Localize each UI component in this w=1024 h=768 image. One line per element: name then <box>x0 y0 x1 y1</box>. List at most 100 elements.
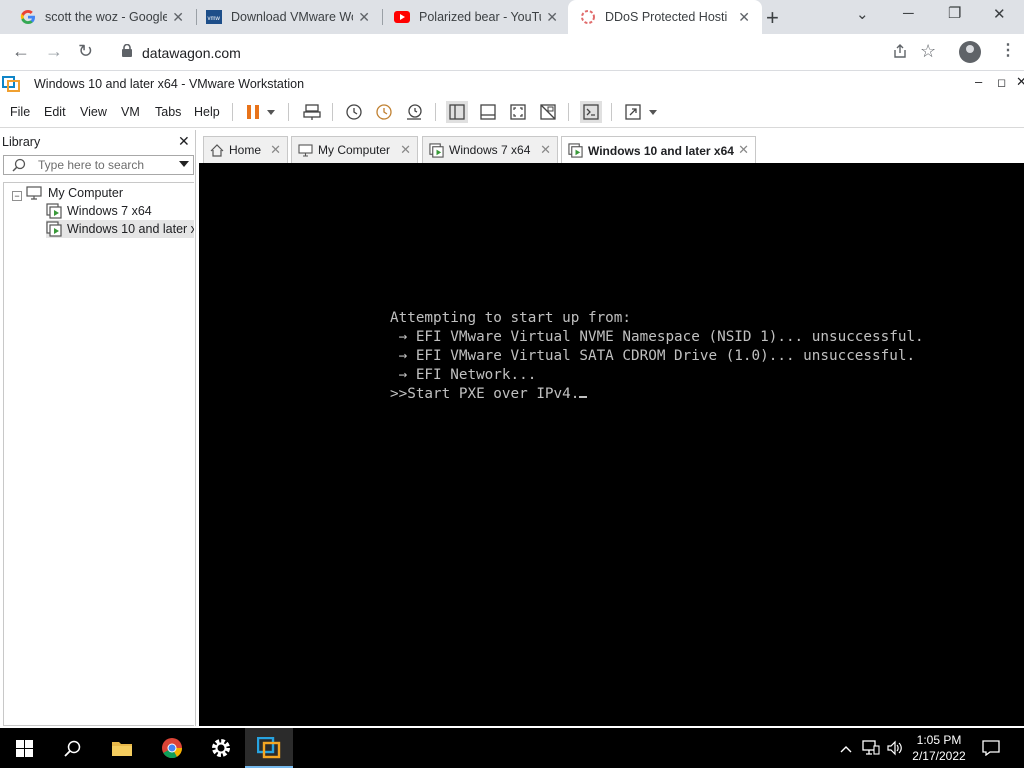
toolbar-separator <box>611 103 612 121</box>
unity-mode-icon[interactable] <box>537 101 559 123</box>
tab-windows-7[interactable]: Windows 7 x64 ✕ <box>422 136 558 163</box>
tree-item-windows-7[interactable]: Windows 7 x64 <box>46 202 152 220</box>
menu-help[interactable]: Help <box>194 105 220 119</box>
browser-tab-google[interactable]: scott the woz - Google ✕ <box>0 0 196 34</box>
file-explorer-icon[interactable] <box>98 728 146 768</box>
bookmark-star-icon[interactable]: ☆ <box>920 41 936 62</box>
clock-time: 1:05 PM <box>916 733 962 747</box>
stretch-dropdown-icon[interactable] <box>646 101 660 123</box>
vmware-menubar: File Edit View VM Tabs Help <box>0 97 1024 128</box>
minimize-icon[interactable]: ─ <box>903 5 914 22</box>
vmware-favicon: vmw <box>206 9 222 25</box>
show-library-icon[interactable] <box>446 101 468 123</box>
vm-minimize-icon[interactable]: – <box>975 74 982 89</box>
send-ctrl-alt-del-icon[interactable] <box>301 101 323 123</box>
library-search-input[interactable]: Type here to search <box>3 155 194 175</box>
tab-title: Download VMware Wo <box>231 10 353 24</box>
vm-close-icon[interactable]: ✕ <box>1016 74 1024 90</box>
close-tab-icon[interactable]: ✕ <box>270 142 281 158</box>
tree-item-label: My Computer <box>48 186 124 200</box>
menu-file[interactable]: File <box>10 105 30 119</box>
network-icon[interactable] <box>862 740 880 759</box>
chrome-icon[interactable] <box>148 728 196 768</box>
tab-label: Windows 10 and later x64 <box>588 143 734 158</box>
close-tab-icon[interactable]: ✕ <box>400 142 411 158</box>
search-dropdown-icon[interactable] <box>179 161 189 167</box>
tab-search-icon[interactable]: ⌄ <box>856 5 869 23</box>
tab-title: Polarized bear - YouTu <box>419 10 541 24</box>
tab-title: scott the woz - Google <box>45 10 167 24</box>
console-line: → EFI VMware Virtual NVME Namespace (NSI… <box>390 329 924 345</box>
close-tab-icon[interactable]: ✕ <box>172 9 184 26</box>
address-toolbar: ← → ↻ datawagon.com ☆ <box>0 34 1024 71</box>
browser-tab-active[interactable]: DDoS Protected Hostin ✕ <box>568 0 762 34</box>
snapshot-manager-icon[interactable] <box>403 101 425 123</box>
tab-label: My Computer <box>318 143 391 157</box>
console-line: Attempting to start up from: <box>390 310 632 326</box>
menu-edit[interactable]: Edit <box>44 105 66 119</box>
tab-home[interactable]: Home ✕ <box>203 136 288 163</box>
back-icon[interactable]: ← <box>12 41 30 62</box>
home-icon <box>210 143 224 157</box>
forward-icon[interactable]: → <box>45 41 63 62</box>
close-tab-icon[interactable]: ✕ <box>738 9 750 26</box>
snapshot-icon[interactable] <box>343 101 365 123</box>
show-hidden-icons-icon[interactable] <box>840 740 852 756</box>
reload-icon[interactable]: ↻ <box>78 41 93 62</box>
console-line-prompt: >>Start PXE over IPv4. <box>390 386 588 402</box>
tab-title: DDoS Protected Hostin <box>605 10 727 24</box>
menu-tabs[interactable]: Tabs <box>155 105 181 119</box>
power-dropdown-icon[interactable] <box>264 101 278 123</box>
volume-icon[interactable] <box>886 740 904 759</box>
close-window-icon[interactable]: ✕ <box>993 5 1006 23</box>
browser-tab-strip: scott the woz - Google ✕ vmw Download VM… <box>0 0 1024 34</box>
close-library-icon[interactable]: ✕ <box>178 133 190 150</box>
toolbar-separator <box>332 103 333 121</box>
collapse-icon[interactable]: − <box>12 191 22 201</box>
tab-my-computer[interactable]: My Computer ✕ <box>291 136 418 163</box>
notifications-icon[interactable] <box>982 740 1000 759</box>
full-screen-icon[interactable] <box>507 101 529 123</box>
vm-icon <box>46 221 62 237</box>
share-icon[interactable] <box>892 43 908 62</box>
google-icon <box>20 9 36 25</box>
browser-menu-icon[interactable]: ⋮ <box>1000 40 1016 60</box>
search-icon[interactable] <box>48 728 96 768</box>
tree-item-my-computer[interactable]: My Computer <box>26 184 123 202</box>
stretch-guest-icon[interactable] <box>622 101 644 123</box>
vm-console[interactable]: Attempting to start up from: → EFI VMwar… <box>199 163 1024 726</box>
vmware-taskbar-icon[interactable] <box>245 728 293 768</box>
console-view-icon[interactable] <box>580 101 602 123</box>
thumbnail-bar-icon[interactable] <box>477 101 499 123</box>
vm-icon <box>46 203 62 219</box>
settings-gear-icon[interactable] <box>197 728 245 768</box>
menu-vm[interactable]: VM <box>121 105 140 119</box>
revert-snapshot-icon[interactable] <box>373 101 395 123</box>
toolbar-separator <box>568 103 569 121</box>
start-icon[interactable] <box>0 728 48 768</box>
menu-view[interactable]: View <box>80 105 107 119</box>
profile-avatar-icon[interactable] <box>959 41 981 63</box>
close-tab-icon[interactable]: ✕ <box>738 142 749 158</box>
close-tab-icon[interactable]: ✕ <box>358 9 370 26</box>
system-clock[interactable]: 1:05 PM 2/17/2022 <box>906 732 972 764</box>
restore-icon[interactable]: ❐ <box>948 4 961 22</box>
url-text: datawagon.com <box>142 45 241 61</box>
address-bar[interactable]: datawagon.com ☆ <box>108 37 948 67</box>
vm-icon <box>429 142 444 158</box>
youtube-icon <box>394 9 410 25</box>
pause-icon[interactable] <box>242 101 264 123</box>
tab-windows-10[interactable]: Windows 10 and later x64 ✕ <box>561 136 756 164</box>
tree-item-windows-10[interactable]: Windows 10 and later x64 <box>46 220 194 238</box>
close-tab-icon[interactable]: ✕ <box>540 142 551 158</box>
search-placeholder: Type here to search <box>38 158 145 172</box>
toolbar-separator <box>232 103 233 121</box>
close-tab-icon[interactable]: ✕ <box>546 9 558 26</box>
lock-icon[interactable] <box>122 43 132 60</box>
browser-tab-youtube[interactable]: Polarized bear - YouTu ✕ <box>374 0 570 34</box>
browser-tab-vmware[interactable]: vmw Download VMware Wo ✕ <box>186 0 382 34</box>
vm-maximize-icon[interactable]: ◻ <box>997 76 1006 89</box>
new-tab-icon[interactable]: + <box>766 5 779 31</box>
tab-label: Windows 7 x64 <box>449 143 531 157</box>
tree-item-label: Windows 7 x64 <box>67 204 152 218</box>
